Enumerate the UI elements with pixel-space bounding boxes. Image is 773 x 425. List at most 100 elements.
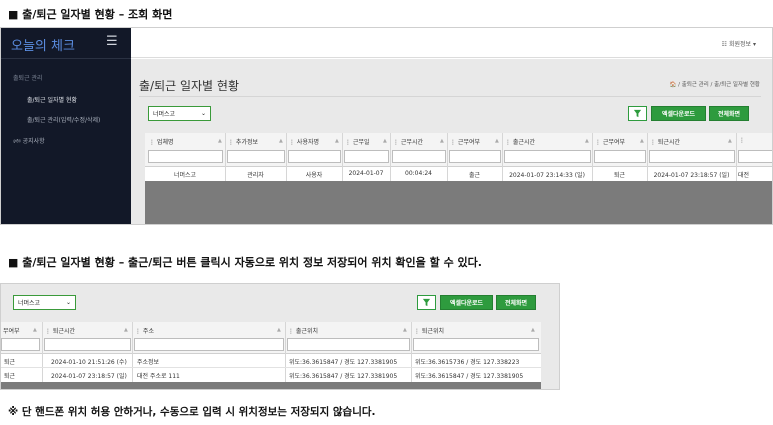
column-header-clock-in-location[interactable]: ⋮ 출근위치 (288, 326, 318, 335)
cell-address: 주소정보 (137, 359, 160, 366)
grid-empty-area (1, 382, 541, 389)
column-filter-input[interactable] (288, 150, 341, 163)
column-header-clock-out-location[interactable]: ⋮ 퇴근위치 (414, 326, 444, 335)
hamburger-menu-icon[interactable]: ☰ (106, 34, 118, 49)
column-filter-input[interactable] (287, 338, 410, 351)
cell-work-status: 퇴근 (4, 373, 16, 380)
app-screenshot-main: 오늘의 체크 ☰ 출퇴근 관리 출/퇴근 일자별 현황 출/퇴근 관리(입력/수… (0, 27, 773, 225)
member-info-menu[interactable]: ☷ 회원정보 ▾ (722, 39, 756, 48)
cell-extra-info: 관리자 (247, 172, 264, 179)
cell-clock-out-time: 2024-01-10 21:51:26 (수) (51, 359, 127, 366)
excel-download-button[interactable]: 엑셀다운로드 (651, 106, 706, 121)
column-filter-input[interactable] (413, 338, 539, 351)
sidebar: 오늘의 체크 ☰ 출퇴근 관리 출/퇴근 일자별 현황 출/퇴근 관리(입력/수… (1, 28, 131, 224)
cell-clock-in-time: 2024-01-07 23:14:33 (일) (509, 172, 585, 179)
cell-work-time: 00:04:24 (405, 170, 432, 177)
breadcrumb-path[interactable]: / 출퇴근 관리 / 출/퇴근 일자별 현황 (678, 82, 760, 88)
cell-user-name: 사용자 (305, 172, 323, 179)
column-header-work-status-2[interactable]: ⋮ 근무여부 (595, 137, 625, 146)
column-filter-input[interactable] (148, 150, 223, 163)
cell-clock-out-time: 2024-01-07 23:18:57 (일) (653, 172, 730, 179)
column-header-address[interactable]: ⋮ 주소 (135, 326, 154, 335)
filter-icon (422, 298, 431, 307)
cell-clock-out-location: 위도:36.3615847 / 경도 127.3381905 (415, 373, 524, 380)
cell-work-status-1: 출근 (468, 172, 481, 179)
sort-icon[interactable]: ▲ (277, 327, 281, 333)
column-filter-input[interactable] (227, 150, 285, 163)
sort-icon[interactable]: ▲ (640, 138, 644, 144)
sort-icon[interactable]: ▲ (124, 327, 128, 333)
cell-company: 너머스고 (173, 172, 197, 179)
page-title: 출/퇴근 일자별 현황 (139, 79, 239, 93)
cell-work-date: 2024-01-07 (348, 170, 384, 177)
member-info-label: 회원정보 (728, 41, 752, 48)
table-row[interactable]: 너머스고 관리자 사용자 2024-01-07 00:04:24 출근 2024… (145, 167, 772, 181)
chevron-down-icon: ⌄ (200, 110, 206, 117)
column-filter-input[interactable] (44, 338, 131, 351)
grid-empty-area (145, 181, 772, 224)
sidebar-divider (1, 58, 131, 59)
megaphone-icon: 🕬 (13, 138, 21, 145)
sort-icon[interactable]: ▲ (335, 138, 339, 144)
column-filter-input[interactable] (504, 150, 591, 163)
sort-icon[interactable]: ▲ (585, 138, 589, 144)
column-header-company[interactable]: ⋮ 업체명 (149, 137, 173, 146)
home-icon[interactable]: 🏠 (670, 82, 677, 88)
column-header-clock-out-time[interactable]: ⋮ 퇴근시간 (650, 137, 680, 146)
filter-button[interactable] (628, 106, 647, 121)
column-header-work-status[interactable]: 무여부 (3, 326, 20, 335)
column-header-clock-out-time[interactable]: ⋮ 퇴근시간 (45, 326, 75, 335)
sort-icon[interactable]: ▲ (495, 138, 499, 144)
column-filter-input[interactable] (392, 150, 446, 163)
sort-icon[interactable]: ▲ (531, 327, 535, 333)
sidebar-item-attendance-manage[interactable]: 출/퇴근 관리(입력/수정/삭제) (27, 115, 100, 124)
table-row[interactable]: 퇴근 2024-01-07 23:18:57 (일) 대전 주소로 111 위도… (1, 368, 541, 382)
column-filter-input[interactable] (1, 338, 40, 351)
column-filter-input[interactable] (594, 150, 646, 163)
cell-clock-out-time: 2024-01-07 23:18:57 (일) (51, 373, 127, 380)
sidebar-item-notice[interactable]: 🕬 공지사항 (13, 136, 45, 147)
sidebar-item-daily-status[interactable]: 출/퇴근 일자별 현황 (27, 95, 77, 104)
company-select-value: 너머스고 (153, 111, 176, 118)
cell-address: 대전 주소로 111 (137, 373, 180, 380)
fullscreen-button[interactable]: 전체화면 (709, 106, 749, 121)
app-screenshot-location: 너머스고 ⌄ 엑셀다운로드 전체화면 무여부 ⋮ 퇴근시간 ⋮ 주소 ⋮ 출근위… (0, 283, 560, 390)
column-filter-input[interactable] (738, 150, 772, 163)
column-header-work-time[interactable]: ⋮ 근무시간 (393, 137, 423, 146)
filter-icon (633, 109, 642, 118)
column-filter-input[interactable] (449, 150, 501, 163)
column-header-user-name[interactable]: ⋮ 사용자명 (289, 137, 319, 146)
sort-icon[interactable]: ▲ (728, 138, 732, 144)
sidebar-group-attendance[interactable]: 출퇴근 관리 (13, 73, 43, 82)
cell-work-status: 퇴근 (4, 359, 16, 366)
column-header-work-status-1[interactable]: ⋮ 근무여부 (450, 137, 480, 146)
sort-icon[interactable]: ▲ (218, 138, 222, 144)
sort-icon[interactable]: ▲ (279, 138, 283, 144)
brand-logo[interactable]: 오늘의 체크 (11, 35, 75, 54)
breadcrumb: 🏠 / 출퇴근 관리 / 출/퇴근 일자별 현황 (670, 80, 760, 88)
fullscreen-button[interactable]: 전체화면 (496, 295, 536, 310)
main-content: 출/퇴근 일자별 현황 🏠 / 출퇴근 관리 / 출/퇴근 일자별 현황 너머스… (131, 59, 772, 224)
column-header-extra-info[interactable]: ⋮ 추가정보 (228, 137, 258, 146)
company-select[interactable]: 너머스고 ⌄ (148, 106, 211, 121)
column-filter-input[interactable] (134, 338, 284, 351)
column-header-clock-in-time[interactable]: ⋮ 출근시간 (505, 137, 535, 146)
column-filter-input[interactable] (344, 150, 389, 163)
cell-work-status-2: 퇴근 (613, 172, 626, 179)
filter-button[interactable] (417, 295, 436, 310)
title-divider (139, 96, 761, 97)
caption-heading-1: ■ 출/퇴근 일자별 현황 – 조회 화면 (8, 8, 173, 21)
sort-icon[interactable]: ▲ (33, 327, 37, 333)
column-header-work-date[interactable]: ⋮ 근무일 (345, 137, 369, 146)
attendance-grid: ⋮ 업체명 ⋮ 추가정보 ⋮ 사용자명 ⋮ 근무일 ⋮ 근무시간 ⋮ 근무여부 … (145, 133, 772, 181)
company-select[interactable]: 너머스고 ⌄ (13, 295, 76, 310)
sort-icon[interactable]: ▲ (440, 138, 444, 144)
table-row[interactable]: 퇴근 2024-01-10 21:51:26 (수) 주소정보 위도:36.36… (1, 354, 541, 368)
column-filter-input[interactable] (649, 150, 735, 163)
excel-download-button[interactable]: 엑셀다운로드 (440, 295, 493, 310)
sort-icon[interactable]: ▲ (403, 327, 407, 333)
cell-clock-in-location: 위도:36.3615847 / 경도 127.3381905 (289, 373, 398, 380)
cell-address: 대전 (738, 172, 750, 179)
sort-icon[interactable]: ▲ (383, 138, 387, 144)
company-select-value: 너머스고 (18, 300, 41, 307)
